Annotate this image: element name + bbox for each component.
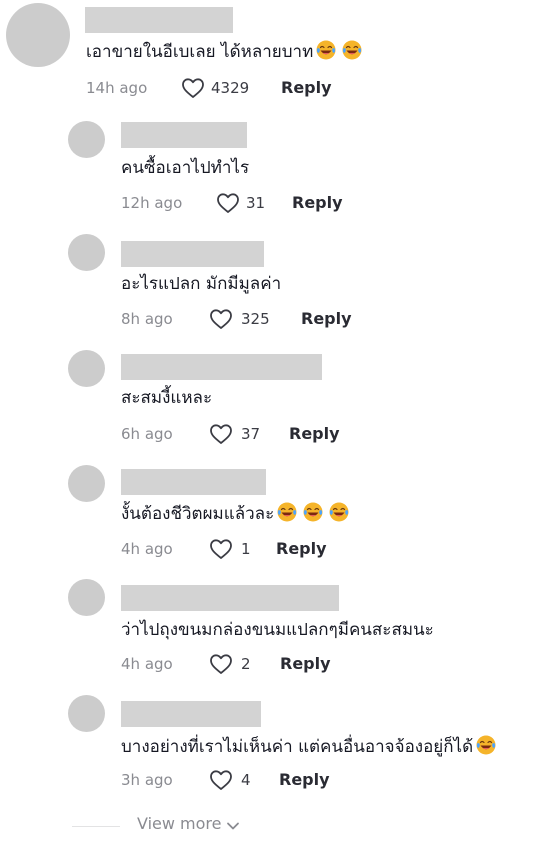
heart-outline-icon[interactable] [209, 769, 233, 791]
timestamp: 4h ago [121, 540, 173, 558]
heart-outline-icon[interactable] [209, 308, 233, 330]
comment-meta: 3h ago 4 Reply [121, 768, 421, 792]
username-redacted[interactable] [85, 7, 233, 33]
timestamp: 8h ago [121, 310, 173, 328]
avatar[interactable] [68, 350, 105, 387]
comment-text-label: คนซื้อเอาไปทำไร [121, 158, 250, 178]
avatar[interactable] [68, 695, 105, 732]
like-count: 2 [241, 655, 251, 673]
comment-text: ว่าไปถุงขนมกล่องขนมแปลกๆมีคนสะสมนะ [121, 619, 434, 641]
avatar[interactable] [68, 234, 105, 271]
reply-button[interactable]: Reply [276, 537, 327, 561]
comment-text: อะไรแปลก มักมีมูลค่า [121, 273, 281, 295]
comment-text-label: สะสมงี้แหละ [121, 388, 213, 408]
comment-meta: 4h ago 2 Reply [121, 652, 421, 676]
like-count: 37 [241, 425, 261, 443]
reply-button[interactable]: Reply [279, 768, 330, 792]
like-count: 325 [241, 310, 270, 328]
comment-meta: 14h ago 4329 Reply [86, 76, 386, 100]
like-count: 4329 [211, 79, 250, 97]
timestamp: 14h ago [86, 79, 148, 97]
laughing-tears-emoji-icon [342, 40, 362, 60]
reply-button[interactable]: Reply [281, 76, 332, 100]
reply-button[interactable]: Reply [292, 191, 343, 215]
laughing-tears-emoji-icon [303, 502, 323, 522]
reply-button[interactable]: Reply [301, 307, 352, 331]
avatar[interactable] [68, 465, 105, 502]
heart-outline-icon[interactable] [181, 77, 205, 99]
comment-text: เอาขายในอีเบเลย ได้หลายบาท [86, 40, 362, 63]
view-more-label: View more [137, 814, 222, 833]
laughing-tears-emoji-icon [329, 502, 349, 522]
comment-meta: 6h ago 37 Reply [121, 422, 421, 446]
heart-outline-icon[interactable] [209, 423, 233, 445]
timestamp: 3h ago [121, 771, 173, 789]
chevron-down-icon [226, 822, 239, 830]
avatar[interactable] [68, 579, 105, 616]
username-redacted[interactable] [121, 354, 322, 380]
like-count: 31 [246, 194, 266, 212]
view-more-button[interactable]: View more [137, 814, 240, 833]
laughing-tears-emoji-icon [476, 735, 496, 755]
comment-text-label: บางอย่างที่เราไม่เห็นค่า แต่คนอื่นอาจจ้อ… [121, 737, 474, 757]
comment-meta: 12h ago 31 Reply [121, 191, 421, 215]
username-redacted[interactable] [121, 701, 261, 727]
comment-text: สะสมงี้แหละ [121, 387, 212, 409]
reply-button[interactable]: Reply [280, 652, 331, 676]
comment-text-label: เอาขายในอีเบเลย ได้หลายบาท [86, 42, 314, 62]
avatar[interactable] [68, 121, 105, 158]
laughing-tears-emoji-icon [316, 40, 336, 60]
comment-meta: 8h ago 325 Reply [121, 307, 421, 331]
heart-outline-icon[interactable] [216, 192, 240, 214]
timestamp: 6h ago [121, 425, 173, 443]
comment-text-label: งั้นต้องชีวิตผมแล้วละ [121, 504, 275, 524]
comment-text-label: อะไรแปลก มักมีมูลค่า [121, 274, 282, 294]
username-redacted[interactable] [121, 122, 247, 148]
comment-text: บางอย่างที่เราไม่เห็นค่า แต่คนอื่นอาจจ้อ… [121, 735, 496, 758]
like-count: 4 [241, 771, 251, 789]
comment-text-label: ว่าไปถุงขนมกล่องขนมแปลกๆมีคนสะสมนะ [121, 620, 434, 640]
username-redacted[interactable] [121, 585, 339, 611]
avatar[interactable] [6, 3, 70, 67]
laughing-tears-emoji-icon [277, 502, 297, 522]
heart-outline-icon[interactable] [209, 653, 233, 675]
heart-outline-icon[interactable] [209, 538, 233, 560]
comment-meta: 4h ago 1 Reply [121, 537, 421, 561]
divider [72, 826, 120, 827]
username-redacted[interactable] [121, 469, 266, 495]
comment-text: งั้นต้องชีวิตผมแล้วละ [121, 502, 349, 525]
timestamp: 12h ago [121, 194, 183, 212]
comment-text: คนซื้อเอาไปทำไร [121, 157, 249, 179]
username-redacted[interactable] [121, 241, 264, 267]
like-count: 1 [241, 540, 251, 558]
timestamp: 4h ago [121, 655, 173, 673]
reply-button[interactable]: Reply [289, 422, 340, 446]
